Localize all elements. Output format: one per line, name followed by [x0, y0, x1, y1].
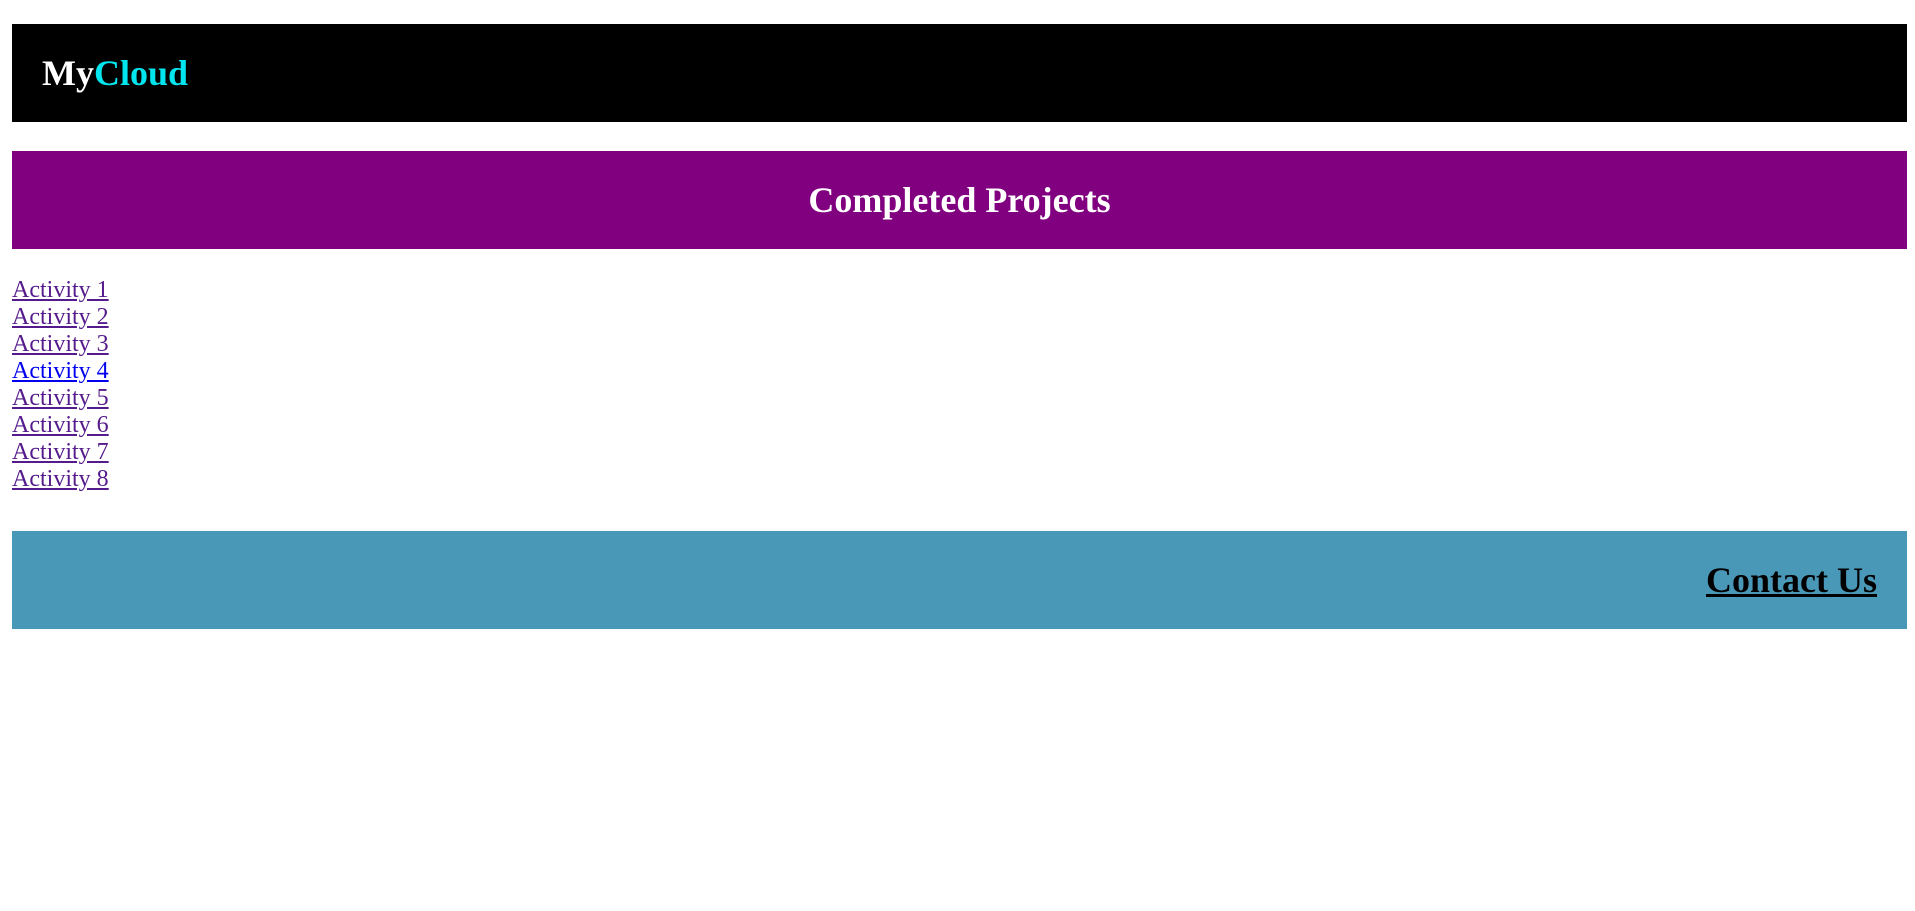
list-item: Activity 8 — [12, 466, 109, 493]
page-title: Completed Projects — [808, 180, 1111, 220]
list-item: Activity 7 — [12, 439, 109, 466]
list-item: Activity 6 — [12, 412, 109, 439]
activity-link-5[interactable]: Activity 5 — [12, 385, 109, 411]
activity-link-6[interactable]: Activity 6 — [12, 412, 109, 438]
brand-logo[interactable]: MyCloud — [42, 55, 188, 91]
list-item: Activity 1 — [12, 277, 109, 304]
list-item: Activity 3 — [12, 331, 109, 358]
completed-projects-banner: Completed Projects — [12, 151, 1907, 249]
contact-us-link[interactable]: Contact Us — [1706, 559, 1877, 601]
activity-link-8[interactable]: Activity 8 — [12, 466, 109, 492]
activity-link-4[interactable]: Activity 4 — [12, 358, 109, 384]
activity-link-2[interactable]: Activity 2 — [12, 304, 109, 330]
list-item: Activity 2 — [12, 304, 109, 331]
site-footer: Contact Us — [12, 531, 1907, 629]
activity-link-1[interactable]: Activity 1 — [12, 277, 109, 303]
activity-link-3[interactable]: Activity 3 — [12, 331, 109, 357]
activity-list: Activity 1 Activity 2 Activity 3 Activit… — [12, 277, 109, 493]
list-item: Activity 5 — [12, 385, 109, 412]
brand-text-my: My — [42, 53, 94, 93]
activity-link-7[interactable]: Activity 7 — [12, 439, 109, 465]
list-item: Activity 4 — [12, 358, 109, 385]
brand-text-cloud: Cloud — [93, 53, 189, 93]
site-header: MyCloud — [12, 24, 1907, 122]
